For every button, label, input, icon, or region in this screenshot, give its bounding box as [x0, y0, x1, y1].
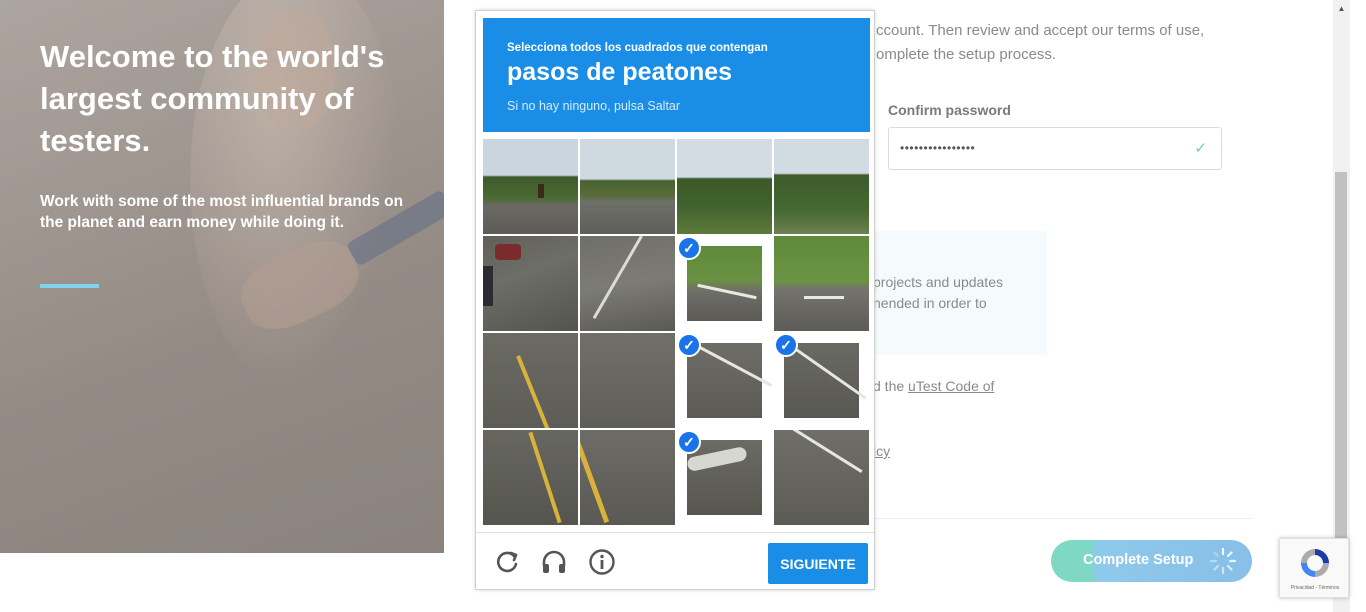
selected-check-icon: ✓	[774, 333, 798, 357]
captcha-tile-image	[580, 139, 675, 234]
captcha-tile[interactable]: ✓	[774, 333, 869, 428]
captcha-footer: SIGUIENTE	[476, 532, 874, 589]
form-intro-line-1: ccount. Then review and accept our terms…	[876, 22, 1205, 39]
recaptcha-badge[interactable]: Privacidad - Términos	[1279, 538, 1349, 598]
notice-line-2: nended in order to	[873, 295, 987, 311]
captcha-challenge: Selecciona todos los cuadrados que conte…	[475, 10, 875, 590]
captcha-tile-image	[580, 430, 675, 525]
valid-check-icon: ✓	[1194, 140, 1207, 157]
captcha-tile[interactable]: ✓	[774, 430, 869, 525]
notice-line-1: projects and updates	[873, 274, 1003, 290]
notifications-notice: projects and updates nended in order to	[873, 231, 1047, 355]
confirm-password-value: ••••••••••••••••	[900, 141, 976, 155]
captcha-image-grid: ✓✓✓✓✓✓✓✓✓✓✓✓✓✓✓✓	[483, 139, 870, 526]
captcha-tile[interactable]: ✓	[774, 236, 869, 331]
captcha-tile-image	[774, 430, 869, 525]
captcha-tile[interactable]: ✓	[580, 430, 675, 525]
captcha-tile[interactable]: ✓	[483, 333, 578, 428]
info-icon[interactable]	[587, 547, 617, 577]
next-button[interactable]: SIGUIENTE	[768, 543, 868, 584]
captcha-tile-image	[580, 236, 675, 331]
reload-icon[interactable]	[492, 547, 522, 577]
form-divider	[873, 518, 1253, 519]
captcha-tile-image	[774, 236, 869, 331]
captcha-tile[interactable]: ✓	[580, 139, 675, 234]
confirm-password-label: Confirm password	[888, 102, 1011, 118]
selected-check-icon: ✓	[677, 333, 701, 357]
captcha-tile-image	[580, 333, 675, 428]
captcha-tile[interactable]: ✓	[483, 236, 578, 331]
code-of-conduct-link[interactable]: uTest Code of	[908, 378, 994, 394]
scrollbar-thumb[interactable]	[1335, 172, 1347, 540]
captcha-tile[interactable]: ✓	[483, 430, 578, 525]
hero-accent-rule	[40, 284, 99, 288]
hero-panel: Welcome to the world's largest community…	[0, 0, 444, 553]
form-intro-line-2: omplete the setup process.	[876, 46, 1057, 63]
audio-icon[interactable]	[539, 547, 569, 577]
captcha-target-object: pasos de peatones	[507, 58, 733, 86]
captcha-tile-image	[774, 139, 869, 234]
hero-title: Welcome to the world's largest community…	[40, 39, 385, 158]
captcha-tile[interactable]: ✓	[483, 139, 578, 234]
captcha-tile[interactable]: ✓	[677, 139, 772, 234]
captcha-tile[interactable]: ✓	[580, 333, 675, 428]
privacy-policy-link[interactable]: icy	[873, 443, 890, 459]
loading-spinner-icon	[1209, 547, 1237, 575]
captcha-tile[interactable]: ✓	[774, 139, 869, 234]
captcha-tile-image	[686, 440, 762, 515]
captcha-tile[interactable]: ✓	[677, 333, 772, 428]
captcha-instruction: Selecciona todos los cuadrados que conte…	[507, 42, 768, 54]
code-prefix: d the	[873, 378, 909, 394]
selected-check-icon: ✓	[677, 430, 701, 454]
recaptcha-logo-icon	[1301, 549, 1329, 577]
captcha-hint: Si no hay ninguno, pulsa Saltar	[507, 99, 681, 113]
captcha-tile-image	[687, 246, 762, 321]
captcha-header: Selecciona todos los cuadrados que conte…	[483, 18, 870, 132]
captcha-tile-image	[483, 333, 578, 428]
captcha-tile-image	[677, 139, 772, 234]
captcha-tile-image	[483, 236, 578, 331]
captcha-tile-image	[483, 430, 578, 525]
selected-check-icon: ✓	[677, 236, 701, 260]
complete-setup-label: Complete Setup	[1083, 552, 1194, 568]
captcha-tile-image	[483, 139, 578, 234]
recaptcha-terms[interactable]: Privacidad - Términos	[1280, 585, 1350, 591]
complete-setup-button[interactable]: Complete Setup	[1051, 540, 1252, 582]
scroll-up-arrow-icon[interactable]: ▲	[1333, 2, 1350, 16]
code-of-conduct-line: d the uTest Code of	[873, 378, 994, 394]
captcha-tile[interactable]: ✓	[677, 430, 772, 525]
hero-description: Work with some of the most influential b…	[40, 193, 404, 231]
confirm-password-field[interactable]: •••••••••••••••• ✓	[888, 127, 1222, 170]
captcha-tile-image	[687, 342, 772, 418]
captcha-tile[interactable]: ✓	[580, 236, 675, 331]
captcha-tile[interactable]: ✓	[677, 236, 772, 331]
captcha-tile-image	[784, 343, 867, 418]
